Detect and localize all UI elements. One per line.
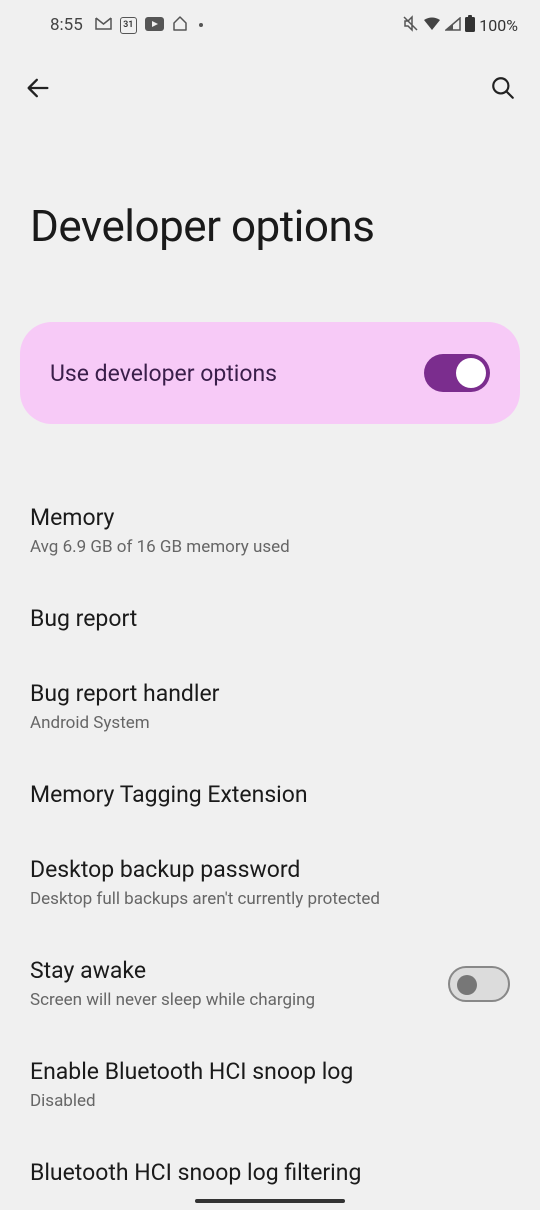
back-button[interactable]: [24, 74, 52, 106]
status-bar: 8:55 31 100%: [0, 0, 540, 46]
setting-text: Bug report handler Android System: [30, 680, 510, 733]
status-right: 100%: [402, 15, 518, 35]
setting-title: Bluetooth HCI snoop log filtering: [30, 1159, 510, 1186]
youtube-icon: [145, 17, 164, 34]
signal-icon: [445, 17, 461, 34]
setting-title: Bug report: [30, 605, 510, 632]
setting-subtitle: Disabled: [30, 1091, 510, 1111]
master-toggle-card[interactable]: Use developer options: [20, 322, 520, 424]
setting-title: Bug report handler: [30, 680, 510, 707]
gmail-icon: [95, 17, 112, 33]
notification-dot-icon: [199, 23, 203, 27]
setting-title: Desktop backup password: [30, 856, 510, 883]
status-time: 8:55: [50, 15, 83, 35]
setting-subtitle: Android System: [30, 713, 510, 733]
setting-text: Desktop backup password Desktop full back…: [30, 856, 510, 909]
setting-item[interactable]: Desktop backup password Desktop full back…: [30, 832, 510, 933]
search-button[interactable]: [490, 75, 516, 105]
setting-text: Memory Tagging Extension: [30, 781, 510, 808]
app-bar: [0, 46, 540, 126]
wifi-icon: [423, 17, 441, 34]
master-toggle-label: Use developer options: [50, 360, 277, 387]
setting-switch[interactable]: [448, 966, 510, 1002]
status-left: 8:55 31: [50, 15, 203, 35]
battery-icon: [465, 15, 475, 35]
setting-title: Memory: [30, 504, 510, 531]
setting-item[interactable]: Bug report handler Android System: [30, 656, 510, 757]
setting-item[interactable]: Stay awake Screen will never sleep while …: [30, 933, 510, 1034]
setting-text: Memory Avg 6.9 GB of 16 GB memory used: [30, 504, 510, 557]
setting-title: Stay awake: [30, 957, 436, 984]
battery-percent: 100%: [479, 16, 518, 35]
mute-icon: [402, 15, 419, 35]
calendar-icon: 31: [120, 17, 137, 34]
switch-thumb: [457, 975, 477, 995]
home-icon: [172, 16, 188, 35]
setting-item[interactable]: Enable Bluetooth HCI snoop log Disabled: [30, 1034, 510, 1135]
setting-subtitle: Desktop full backups aren't currently pr…: [30, 889, 510, 909]
settings-list: Memory Avg 6.9 GB of 16 GB memory used Bug…: [0, 424, 540, 1210]
setting-text: Bug report: [30, 605, 510, 632]
setting-item[interactable]: Memory Avg 6.9 GB of 16 GB memory used: [30, 480, 510, 581]
setting-subtitle: Avg 6.9 GB of 16 GB memory used: [30, 537, 510, 557]
nav-indicator: [195, 1199, 345, 1203]
setting-text: Bluetooth HCI snoop log filtering: [30, 1159, 510, 1186]
master-toggle-switch[interactable]: [424, 354, 490, 392]
switch-thumb: [456, 358, 486, 388]
setting-title: Enable Bluetooth HCI snoop log: [30, 1058, 510, 1085]
setting-text: Enable Bluetooth HCI snoop log Disabled: [30, 1058, 510, 1111]
setting-item[interactable]: Bug report: [30, 581, 510, 656]
setting-subtitle: Screen will never sleep while charging: [30, 990, 436, 1010]
setting-text: Stay awake Screen will never sleep while …: [30, 957, 436, 1010]
setting-item[interactable]: Memory Tagging Extension: [30, 757, 510, 832]
page-title: Developer options: [0, 126, 540, 292]
setting-title: Memory Tagging Extension: [30, 781, 510, 808]
